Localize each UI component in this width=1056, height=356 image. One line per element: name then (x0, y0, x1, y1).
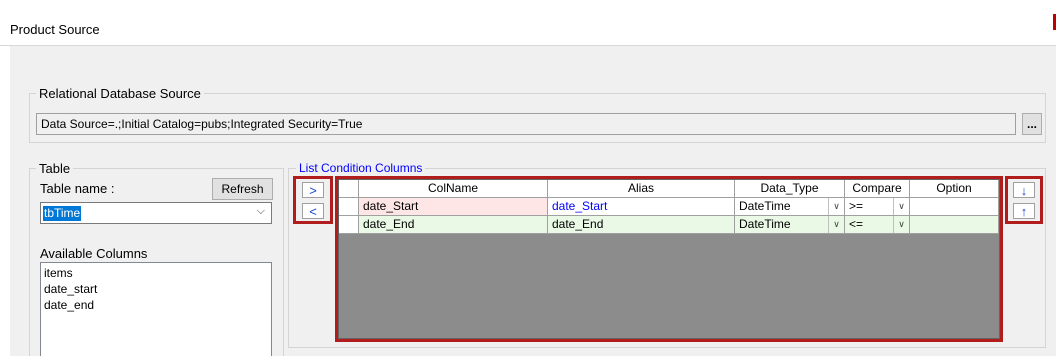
grid-highlight (335, 176, 1003, 342)
table-legend: Table (36, 161, 74, 176)
available-columns-list[interactable]: items date_start date_end (40, 262, 272, 356)
remove-column-button[interactable]: < (302, 203, 324, 219)
rds-legend: Relational Database Source (36, 86, 204, 101)
connection-string-field[interactable]: Data Source=.;Initial Catalog=pubs;Integ… (36, 113, 1016, 135)
browse-connection-button[interactable]: ... (1022, 113, 1042, 135)
move-down-button[interactable]: ↓ (1013, 182, 1035, 198)
add-column-button[interactable]: > (302, 182, 324, 198)
window-title: Product Source (10, 22, 100, 37)
table-name-label: Table name : (40, 181, 115, 196)
list-item[interactable]: items (44, 265, 268, 281)
table-name-combo[interactable]: tbTime ⌵ (40, 202, 272, 224)
move-up-button[interactable]: ↑ (1013, 203, 1035, 219)
list-item[interactable]: date_start (44, 281, 268, 297)
conditions-legend: List Condition Columns (296, 161, 426, 175)
available-columns-label: Available Columns (40, 246, 148, 261)
chevron-down-icon[interactable]: ⌵ (257, 205, 265, 218)
table-name-value: tbTime (43, 206, 82, 221)
title-bar: Product Source (0, 0, 1056, 46)
list-item[interactable]: date_end (44, 297, 268, 313)
refresh-button[interactable]: Refresh (212, 178, 273, 200)
